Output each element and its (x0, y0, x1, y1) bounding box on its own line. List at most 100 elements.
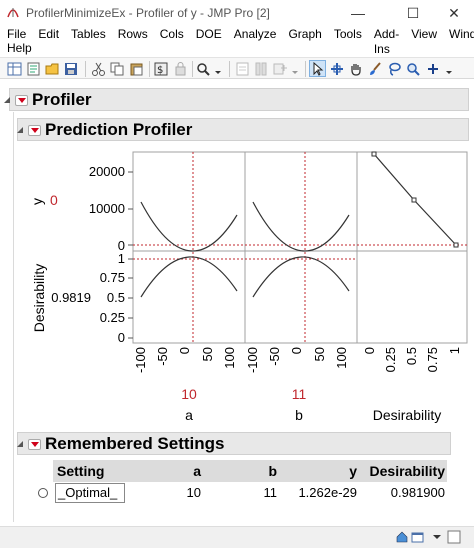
menu-analyze[interactable]: Analyze (228, 27, 283, 42)
profile-curves (140, 153, 457, 298)
column-header-y[interactable]: y (283, 460, 363, 482)
row-radio-button[interactable] (37, 482, 49, 504)
a-tick-label: 50 (200, 347, 215, 361)
title-bar: ProfilerMinimizeEx - Profiler of y - JMP… (0, 0, 474, 26)
layout-icon[interactable] (172, 60, 189, 77)
prediction-profiler-title: Prediction Profiler (45, 120, 193, 139)
desirability-axis-label: Desirability (31, 264, 47, 332)
data-icon[interactable] (234, 60, 251, 77)
menu-doe[interactable]: DOE (190, 27, 228, 42)
y-current-value: 0 (50, 192, 58, 208)
lasso-tool-icon[interactable] (386, 60, 403, 77)
desirability-x-tick-label: 1 (447, 347, 462, 354)
desirability-x-tick-label: 0.25 (383, 347, 398, 372)
profiler-red-triangle-icon[interactable] (15, 94, 28, 106)
desirability-factor-label: Desirability (373, 407, 441, 423)
search-icon[interactable] (195, 60, 212, 77)
b-tick-label: 50 (312, 347, 327, 361)
zoom-tool-icon[interactable] (405, 60, 422, 77)
y-vs-b-curve (252, 201, 350, 252)
menu-add-ins[interactable]: Add-Ins (368, 27, 405, 56)
column-header-a[interactable]: a (127, 460, 207, 482)
status-box-icon[interactable] (447, 530, 461, 544)
desirability-x-tick-labels: 0 0.25 0.5 0.75 1 (362, 347, 462, 372)
row-y-value: 1.262e-29 (298, 485, 357, 500)
menu-file[interactable]: File (0, 27, 32, 42)
desirability-x-tick-label: 0 (362, 347, 377, 354)
hand-tool-icon[interactable] (348, 60, 365, 77)
close-button[interactable]: ✕ (431, 0, 474, 26)
plus-tool-icon[interactable] (425, 60, 442, 77)
copy-icon[interactable] (109, 60, 126, 77)
remembered-settings-red-triangle-icon[interactable] (28, 438, 41, 450)
columns-icon[interactable] (253, 60, 270, 77)
a-tick-labels: -100 -50 0 50 100 (133, 347, 237, 373)
menu-bar: File Edit Tables Rows Cols DOE Analyze Graph Too… (0, 26, 474, 56)
menu-tools[interactable]: Tools (328, 27, 368, 42)
panel-frames (132, 151, 468, 344)
journal-icon[interactable]: $ (153, 60, 170, 77)
cut-icon[interactable] (90, 60, 107, 77)
setting-name-field[interactable]: _Optimal_ (55, 483, 125, 503)
menu-edit[interactable]: Edit (32, 27, 65, 42)
prediction-profiler-outline: Prediction Profiler (15, 119, 192, 141)
window-list-icon[interactable] (411, 530, 425, 544)
desirability-current-value: 0.9819 (51, 290, 91, 305)
disclosure-expanded-icon[interactable] (15, 125, 25, 135)
home-icon[interactable] (395, 530, 409, 544)
maximize-button[interactable]: ☐ (390, 0, 436, 26)
y-tick-labels: 20000100000 (89, 164, 125, 253)
menu-row-2: Help (0, 41, 38, 56)
desirability-tick-label: 0 (118, 330, 125, 345)
crosshair-tool-icon[interactable] (329, 60, 346, 77)
disclosure-expanded-icon[interactable] (2, 95, 12, 105)
toolbar: $ (0, 57, 474, 79)
y-tick-label: 20000 (89, 164, 125, 179)
arrow-tool-icon[interactable] (309, 60, 326, 77)
add-column-icon[interactable] (272, 60, 289, 77)
desirability-vs-b-curve (252, 256, 350, 298)
b-tick-label: 100 (334, 347, 349, 369)
menu-window[interactable]: Window (443, 27, 474, 42)
desirability-tick-labels: 1 0.75 0.5 0.25 0 (100, 251, 125, 345)
menu-row-1: File Edit Tables Rows Cols DOE Analyze Graph Too… (0, 27, 474, 56)
disclosure-expanded-icon[interactable] (15, 439, 25, 449)
dropdown-icon[interactable] (444, 60, 454, 77)
profiler-outline: Profiler (2, 89, 92, 111)
menu-tables[interactable]: Tables (65, 27, 112, 42)
dropdown-icon[interactable] (213, 60, 223, 77)
b-current-value[interactable]: 11 (292, 386, 307, 402)
menu-graph[interactable]: Graph (282, 27, 327, 42)
menu-cols[interactable]: Cols (154, 27, 190, 42)
column-header-b[interactable]: b (207, 460, 283, 482)
dropdown-icon[interactable] (432, 531, 442, 543)
paste-icon[interactable] (128, 60, 145, 77)
desirability-tick-label: 0.5 (107, 290, 125, 305)
status-bar (0, 526, 474, 548)
save-icon[interactable] (63, 60, 80, 77)
dropdown-icon[interactable] (290, 60, 300, 77)
a-factor-label: a (185, 407, 193, 423)
column-header-desirability[interactable]: Desirability (363, 460, 447, 482)
brush-tool-icon[interactable] (367, 60, 384, 77)
open-icon[interactable] (44, 60, 61, 77)
minimize-button[interactable]: — (335, 0, 381, 26)
b-factor-label: b (295, 407, 303, 423)
new-script-icon[interactable] (25, 60, 42, 77)
y-axis-label: y (29, 198, 45, 205)
prediction-profiler-red-triangle-icon[interactable] (28, 124, 41, 136)
desirability-tick-label: 0.75 (100, 270, 125, 285)
row-desirability-value: 0.981900 (390, 485, 445, 500)
prediction-profiler-plot[interactable]: y 0 Desirability 0.9819 20000 10000 0 1 0.7… (0, 140, 474, 430)
desirability-x-tick-label: 0.75 (425, 347, 440, 372)
a-current-value[interactable]: 10 (181, 386, 197, 402)
b-tick-label: -100 (245, 347, 260, 373)
row-b-value: 11 (263, 485, 278, 500)
new-data-table-icon[interactable] (6, 60, 23, 77)
desirability-vs-a-curve (140, 256, 238, 298)
profiler-title: Profiler (32, 90, 92, 109)
menu-rows[interactable]: Rows (112, 27, 154, 42)
y-tick-label: 10000 (89, 201, 125, 216)
menu-help[interactable]: Help (0, 41, 38, 56)
menu-view[interactable]: View (405, 27, 443, 42)
